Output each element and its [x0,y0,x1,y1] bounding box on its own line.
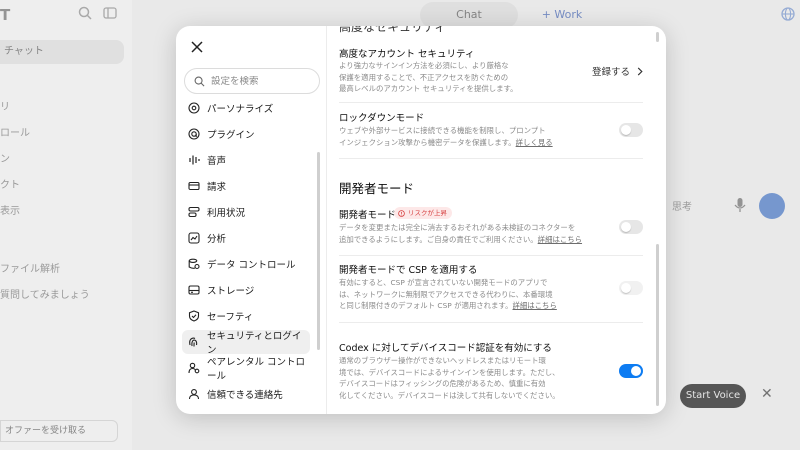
desc-line: インジェクション攻撃から機密データを保護します。 [339,137,516,147]
desc-line: 境では、デバイスコードによるサインインを使用します。ただし、 [339,367,560,377]
settings-sidebar: パーソナライズ プラグイン 音声 請求 利用状況 分析 [176,26,326,414]
usage-icon [188,206,200,218]
developer-mode-toggle[interactable] [619,220,643,234]
nav-item-label: ストレージ [207,286,255,297]
nav-item-safety[interactable]: セーフティ [182,304,310,328]
risk-badge: リスクが上昇 [394,207,452,219]
desc-line: 通常のブラウザー操作ができないヘッドレスまたはリモート環 [339,356,546,365]
nav-item-usage[interactable]: 利用状況 [182,200,310,224]
desc-line: データを変更または完全に消去するおそれがある未検証のコネクターを [339,223,576,232]
nav-item-label: 利用状況 [207,208,246,219]
content-scrollbar[interactable] [656,244,659,406]
close-icon[interactable] [190,40,204,54]
nav-item-personalize[interactable]: パーソナライズ [182,96,310,120]
parental-control-icon [188,362,200,374]
lockdown-toggle[interactable] [619,123,643,137]
csp-title: 開発者モードで CSP を適用する [339,265,478,276]
desc-line: 最高レベルのアカウント セキュリティを提供します。 [339,84,518,93]
advanced-security-title: 高度なアカウント セキュリティ [339,49,475,60]
divider [339,102,643,103]
voice-icon [189,155,200,165]
content-scroll-indicator [656,32,659,42]
plugin-icon [188,128,200,140]
desc-line: 追加できるようにします。ご自身の責任でご利用ください。 [339,234,538,244]
billing-icon [188,181,200,191]
desc-line: と同じ制限付きのデフォルト CSP が適用されます。 [339,301,513,310]
chevron-right-icon [637,66,643,76]
nav-item-label: パーソナライズ [207,104,274,115]
csp-description: 有効にすると、CSP が宣言されていない開発モードのアプリで は、ネットワークに… [339,277,564,312]
codex-device-auth-title: Codex に対してデバイスコード認証を有効にする [339,343,552,354]
register-button[interactable]: 登録する [592,64,644,78]
nav-item-data-control[interactable]: データ コントロール [182,252,310,276]
nav-item-label: ペアレンタル コントロール [207,357,306,382]
nav-item-label: セキュリティとログイン [207,331,302,356]
desc-line: は、ネットワークに無制限でアクセスできる代わりに、本番環境 [339,289,553,299]
codex-device-auth-toggle[interactable] [619,364,643,378]
desc-line: 保護を適用することで、不正アクセスを防ぐための [339,72,509,82]
nav-item-label: セーフティ [207,312,254,323]
register-label: 登録する [592,67,631,78]
advanced-security-description: より強力なサインイン方法を必須にし、より厳格な 保護を適用することで、不正アクセ… [339,60,549,95]
desc-line: デバイスコードはフィッシングの危険があるため、慎重に有効 [339,379,546,388]
details-link[interactable]: 詳細はこちら [512,301,556,310]
lockdown-title: ロックダウンモード [339,113,425,124]
nav-item-label: 請求 [207,182,227,193]
developer-mode-title: 開発者モード [339,210,397,221]
nav-item-label: 信頼できる連絡先 [207,390,283,401]
developer-section-title: 開発者モード [339,181,415,196]
nav-item-security-login[interactable]: セキュリティとログイン [182,330,310,356]
settings-content: 高度なセキュリティ 高度なアカウント セキュリティ より強力なサインイン方法を必… [327,26,666,414]
desc-line: 化してください。デバイスコードは決して共有しないでください。 [339,390,560,400]
analytics-icon [188,232,200,244]
divider [339,322,643,323]
shield-icon [188,310,200,322]
storage-icon [188,285,200,295]
learn-more-link[interactable]: 詳しく見る [516,138,553,147]
developer-mode-description: データを変更または完全に消去するおそれがある未検証のコネクターを 追加できるよう… [339,222,589,245]
desc-line: ウェブや外部サービスに接続できる機能を制限し、プロンプト [339,126,546,135]
data-control-icon [188,258,200,270]
desc-line: 有効にすると、CSP が宣言されていない開発モードのアプリで [339,278,548,287]
nav-item-voice[interactable]: 音声 [182,148,310,172]
desc-line: より強力なサインイン方法を必須にし、より厳格な [339,61,509,70]
codex-device-auth-description: 通常のブラウザー操作ができないヘッドレスまたはリモート環 境では、デバイスコード… [339,355,564,401]
risk-badge-label: リスクが上昇 [408,209,447,217]
divider [339,255,643,256]
details-link[interactable]: 詳細はこちら [538,235,582,244]
lockdown-description: ウェブや外部サービスに接続できる機能を制限し、プロンプト インジェクション攻撃か… [339,125,554,148]
warning-icon [398,209,405,217]
nav-item-plugin[interactable]: プラグイン [182,122,310,146]
nav-item-storage[interactable]: ストレージ [182,278,310,302]
nav-item-billing[interactable]: 請求 [182,174,310,198]
sidebar-scrollbar[interactable] [317,152,320,350]
csp-toggle[interactable] [619,281,643,295]
nav-item-label: 分析 [207,234,227,245]
personalize-icon [188,102,200,114]
search-input[interactable] [211,75,311,87]
nav-item-label: プラグイン [207,130,255,141]
nav-item-label: データ コントロール [207,260,296,271]
settings-modal: パーソナライズ プラグイン 音声 請求 利用状況 分析 [176,26,666,414]
nav-item-trusted-contacts[interactable]: 信頼できる連絡先 [182,382,310,406]
nav-item-parental-control[interactable]: ペアレンタル コントロール [182,356,310,382]
nav-item-analytics[interactable]: 分析 [182,226,310,250]
section-heading-advanced-security: 高度なセキュリティ [339,26,447,34]
trusted-contacts-icon [188,389,200,400]
nav-item-label: 音声 [207,156,227,167]
divider [339,158,643,159]
settings-search[interactable] [184,68,320,94]
security-login-icon [189,337,198,347]
search-icon [194,76,205,86]
